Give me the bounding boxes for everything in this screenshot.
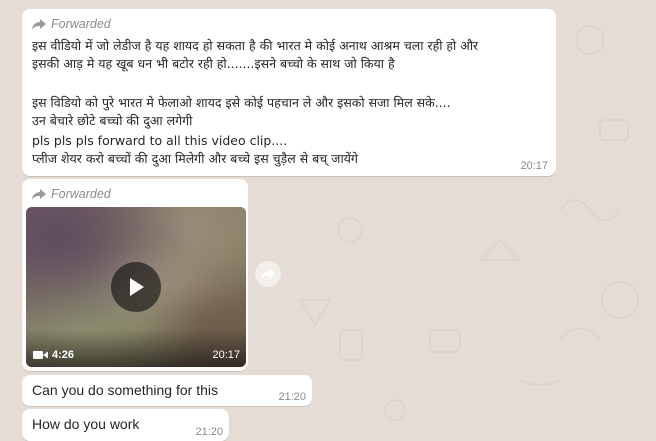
message-timestamp: 20:17 [520, 160, 548, 172]
share-forward-icon [261, 268, 275, 280]
forwarded-arrow-icon [32, 18, 46, 30]
text-message[interactable]: Can you do something for this 21:20 [22, 375, 312, 406]
video-duration: 4:26 [33, 349, 74, 361]
forwarded-text: Forwarded [51, 17, 111, 31]
message-text: How do you work [32, 416, 140, 432]
play-button[interactable] [111, 262, 161, 312]
forwarded-arrow-icon [32, 188, 46, 200]
message-timestamp: 21:20 [278, 391, 306, 403]
video-info-overlay [26, 329, 246, 367]
forwarded-label: Forwarded [32, 187, 111, 201]
video-camera-icon [33, 351, 48, 359]
message-line: प्लीज शेयर करो बच्चों की दुआ मिलेगी और ब… [32, 151, 358, 166]
video-duration-text: 4:26 [52, 349, 75, 361]
message-line: pls pls pls forward to all this video cl… [32, 133, 288, 148]
forwarded-text: Forwarded [51, 187, 111, 201]
play-icon [130, 278, 144, 296]
video-thumbnail[interactable]: 4:26 20:17 [26, 207, 246, 367]
message-timestamp: 21:20 [195, 426, 223, 438]
forwarded-label: Forwarded [32, 17, 111, 31]
message-timestamp: 20:17 [212, 349, 240, 361]
message-line: इसकी आड़ मे यह खूब धन भी बटोर रही हो....… [32, 56, 395, 71]
message-text: Can you do something for this [32, 382, 218, 398]
forward-button[interactable] [255, 261, 281, 287]
message-line: इस वीडियो में जो लेडीज है यह शायद हो सकत… [32, 38, 479, 53]
message-line: उन बेचारे छोटे बच्चो की दुआ लगेगी [32, 113, 193, 128]
forwarded-video-message[interactable]: Forwarded 4:26 20:17 [22, 179, 248, 371]
forwarded-text-message[interactable]: Forwarded इस वीडियो में जो लेडीज है यह श… [22, 9, 556, 176]
text-message[interactable]: How do you work 21:20 [22, 409, 229, 441]
message-line: इस विडियो को पुरे भारत मे फेलाओ शायद इसे… [32, 95, 451, 110]
